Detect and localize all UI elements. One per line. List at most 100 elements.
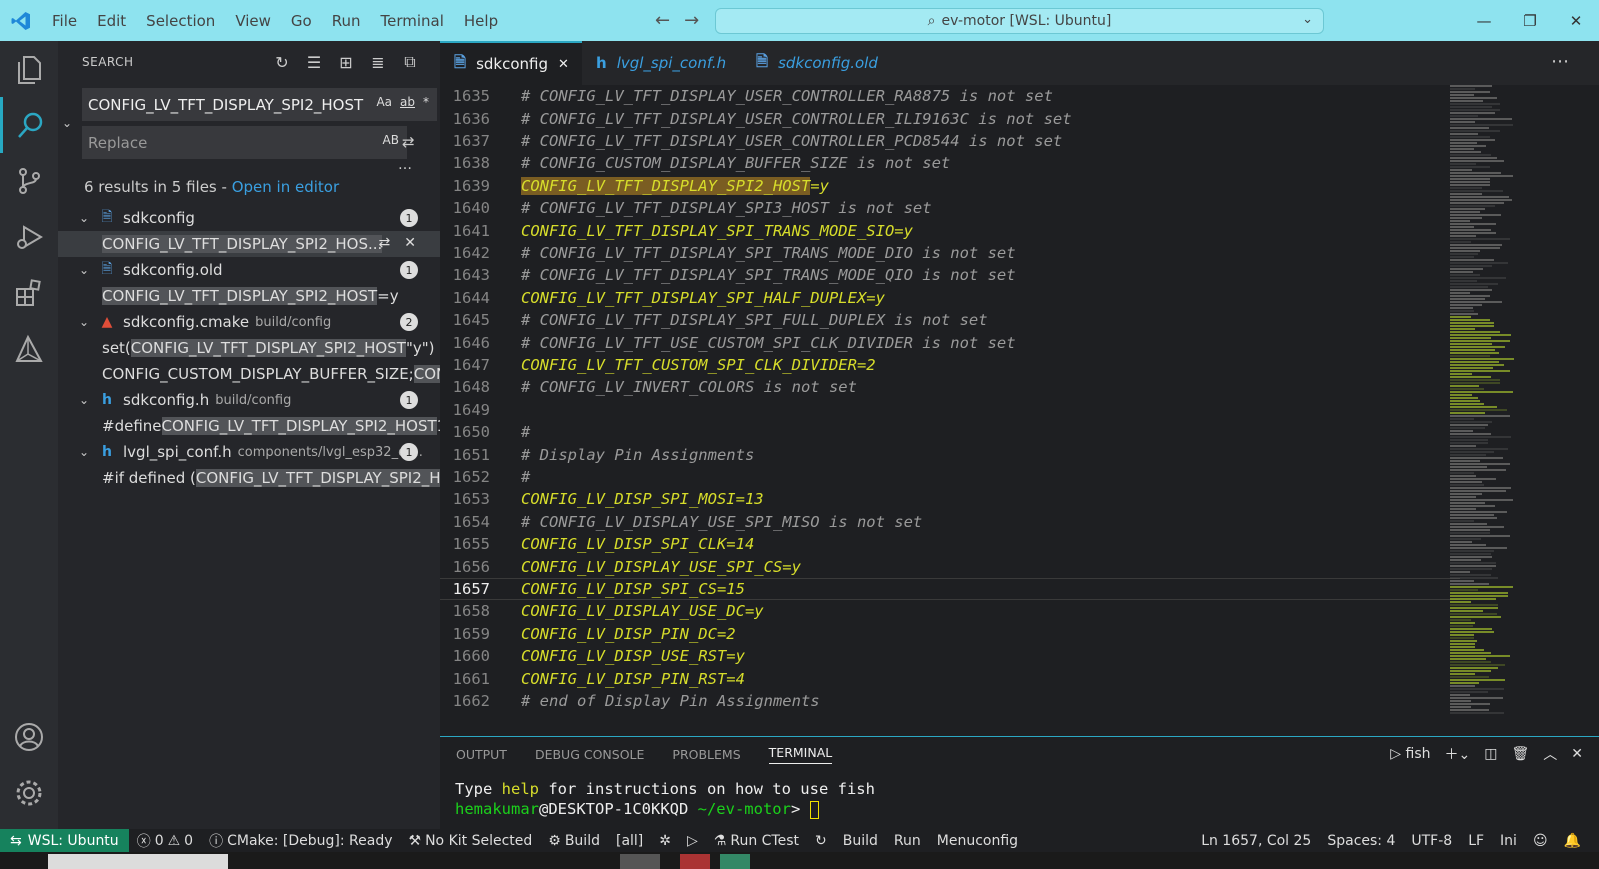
replace-icon[interactable]: ⇄ (379, 235, 391, 251)
cursor-position[interactable]: Ln 1657, Col 25 (1193, 833, 1319, 849)
code-line[interactable]: 1635 # CONFIG_LV_TFT_DISPLAY_USER_CONTROL… (440, 85, 1460, 108)
source-control-icon[interactable] (0, 153, 58, 209)
run-task-button[interactable]: Run (886, 833, 929, 849)
result-match-row[interactable]: set(CONFIG_LV_TFT_DISPLAY_SPI2_HOST "y") (58, 335, 440, 361)
result-match-row[interactable]: #if defined (CONFIG_LV_TFT_DISPLAY_SPI2_… (58, 465, 440, 491)
taskbar-item[interactable] (720, 854, 750, 869)
extensions-icon[interactable] (0, 265, 58, 321)
problems-status[interactable]: ⓧ 0 ⚠ 0 (129, 831, 201, 851)
panel-tab-debug-console[interactable]: DEBUG CONSOLE (535, 747, 644, 762)
editor-tab[interactable]: h lvgl_spi_conf.h (582, 41, 742, 85)
maximize-panel-icon[interactable]: ︿ (1543, 744, 1557, 764)
menu-item-view[interactable]: View (225, 12, 281, 30)
build-target[interactable]: [all] (608, 833, 651, 849)
code-line[interactable]: 1650 # (440, 421, 1460, 444)
panel-tab-problems[interactable]: PROBLEMS (672, 747, 740, 762)
code-line[interactable]: 1646 # CONFIG_LV_TFT_USE_CUSTOM_SPI_CLK_D… (440, 331, 1460, 354)
kill-terminal-icon[interactable]: 🗑 (1511, 746, 1529, 762)
more-options-icon[interactable]: … (398, 157, 412, 173)
replace-input[interactable]: Replace AB (82, 126, 407, 159)
code-line[interactable]: 1643 # CONFIG_LV_TFT_DISPLAY_SPI_TRANS_MO… (440, 264, 1460, 287)
search-input[interactable]: CONFIG_LV_TFT_DISPLAY_SPI2_HOST Aa ab * (82, 88, 437, 121)
code-line[interactable]: 1661 CONFIG_LV_DISP_PIN_RST=4 (440, 667, 1460, 690)
debug-bug-icon[interactable]: ✲ (651, 833, 679, 849)
code-line[interactable]: 1659 CONFIG_LV_DISP_PIN_DC=2 (440, 623, 1460, 646)
code-line[interactable]: 1641 CONFIG_LV_TFT_DISPLAY_SPI_TRANS_MODE… (440, 219, 1460, 242)
settings-gear-icon[interactable] (0, 765, 58, 821)
language-mode[interactable]: Ini (1492, 833, 1525, 849)
terminal-shell-icon[interactable]: ▷ fish (1390, 746, 1430, 762)
code-line[interactable]: 1645 # CONFIG_LV_TFT_DISPLAY_SPI_FULL_DUP… (440, 309, 1460, 332)
menu-item-help[interactable]: Help (454, 12, 508, 30)
dismiss-icon[interactable]: ✕ (404, 235, 416, 251)
explorer-icon[interactable] (0, 41, 58, 97)
code-line[interactable]: 1658 CONFIG_LV_DISPLAY_USE_DC=y (440, 600, 1460, 623)
panel-tab-output[interactable]: OUTPUT (456, 747, 507, 762)
chevron-down-icon[interactable]: ⌄ (73, 393, 95, 407)
code-line[interactable]: 1656 CONFIG_LV_DISPLAY_USE_SPI_CS=y (440, 555, 1460, 578)
code-line[interactable]: 1654 # CONFIG_LV_DISPLAY_USE_SPI_MISO is … (440, 511, 1460, 534)
notifications-bell-icon[interactable]: 🔔 (1556, 833, 1589, 849)
code-line[interactable]: 1653 CONFIG_LV_DISP_SPI_MOSI=13 (440, 488, 1460, 511)
feedback-icon[interactable]: ☺ (1525, 833, 1556, 849)
editor-tab[interactable]: 🗎 sdkconfig ✕ (440, 41, 582, 85)
whole-word-icon[interactable]: ab (400, 95, 415, 109)
menu-item-edit[interactable]: Edit (87, 12, 136, 30)
code-line[interactable]: 1662 # end of Display Pin Assignments (440, 690, 1460, 713)
search-icon[interactable] (0, 97, 58, 153)
launch-play-icon[interactable]: ▷ (679, 833, 706, 849)
restore-icon[interactable]: ❐ (1507, 0, 1553, 41)
code-line[interactable]: 1647 CONFIG_LV_TFT_CUSTOM_SPI_CLK_DIVIDER… (440, 354, 1460, 377)
toggle-replace-chevron-icon[interactable]: ⌄ (62, 116, 72, 130)
code-line[interactable]: 1652 # (440, 466, 1460, 489)
back-arrow-icon[interactable]: ← (655, 10, 684, 31)
refresh-icon[interactable]: ↻ (807, 833, 835, 849)
result-file-row[interactable]: ⌄ ▲ sdkconfig.cmake build/config 2 (58, 309, 440, 335)
preserve-case-icon[interactable]: AB (383, 133, 399, 147)
chevron-down-icon[interactable]: ⌄ (73, 315, 95, 329)
code-line[interactable]: 1657 CONFIG_LV_DISP_SPI_CS=15 (440, 577, 1460, 601)
result-file-row[interactable]: ⌄ 🗎 sdkconfig 1 (58, 205, 440, 231)
chevron-down-icon[interactable]: ⌄ (73, 211, 95, 225)
code-line[interactable]: 1651 # Display Pin Assignments (440, 443, 1460, 466)
minimize-icon[interactable]: — (1461, 0, 1507, 41)
code-line[interactable]: 1649 (440, 399, 1460, 422)
result-file-row[interactable]: ⌄ 🗎 sdkconfig.old 1 (58, 257, 440, 283)
account-icon[interactable] (0, 709, 58, 765)
close-icon[interactable]: ✕ (1553, 0, 1599, 41)
chevron-down-icon[interactable]: ⌄ (73, 263, 95, 277)
regex-icon[interactable]: * (423, 95, 429, 109)
run-debug-icon[interactable] (0, 209, 58, 265)
view-as-tree-icon[interactable]: ≣ (368, 51, 388, 73)
menu-item-go[interactable]: Go (281, 12, 322, 30)
code-line[interactable]: 1655 CONFIG_LV_DISP_SPI_CLK=14 (440, 533, 1460, 556)
match-case-icon[interactable]: Aa (376, 95, 392, 109)
panel-tab-terminal[interactable]: TERMINAL (768, 745, 833, 764)
result-match-row[interactable]: CONFIG_CUSTOM_DISPLAY_BUFFER_SIZE;CONF..… (58, 361, 440, 387)
more-actions-icon[interactable]: ⋯ (1551, 51, 1569, 72)
code-line[interactable]: 1648 # CONFIG_LV_INVERT_COLORS is not set (440, 376, 1460, 399)
clear-results-icon[interactable]: ☰ (304, 51, 324, 73)
code-line[interactable]: 1642 # CONFIG_LV_TFT_DISPLAY_SPI_TRANS_MO… (440, 242, 1460, 265)
new-search-editor-icon[interactable]: ⊞ (336, 51, 356, 73)
close-panel-icon[interactable]: ✕ (1571, 746, 1583, 762)
minimap[interactable] (1450, 85, 1550, 725)
new-terminal-icon[interactable]: ＋⌄ (1445, 744, 1471, 764)
menuconfig-button[interactable]: Menuconfig (929, 833, 1026, 849)
code-line[interactable]: 1660 CONFIG_LV_DISP_USE_RST=y (440, 645, 1460, 668)
chevron-down-icon[interactable]: ⌄ (73, 445, 95, 459)
menu-item-run[interactable]: Run (322, 12, 371, 30)
cmake-status[interactable]: ⓘ CMake: [Debug]: Ready (201, 831, 400, 851)
eol[interactable]: LF (1460, 833, 1492, 849)
kit-status[interactable]: ⚒ No Kit Selected (401, 833, 541, 849)
result-file-row[interactable]: ⌄ h sdkconfig.h build/config 1 (58, 387, 440, 413)
split-terminal-icon[interactable]: ◫ (1484, 746, 1497, 762)
close-tab-icon[interactable]: ✕ (558, 57, 569, 72)
build-button[interactable]: ⚙ Build (540, 833, 608, 849)
build-task-button[interactable]: Build (835, 833, 886, 849)
code-line[interactable]: 1637 # CONFIG_LV_TFT_DISPLAY_USER_CONTROL… (440, 130, 1460, 153)
code-line[interactable]: 1640 # CONFIG_LV_TFT_DISPLAY_SPI3_HOST is… (440, 197, 1460, 220)
collapse-all-icon[interactable]: ⧉ (400, 51, 420, 73)
code-line[interactable]: 1636 # CONFIG_LV_TFT_DISPLAY_USER_CONTROL… (440, 107, 1460, 130)
editor-tab[interactable]: 🗎 sdkconfig.old (742, 41, 902, 85)
